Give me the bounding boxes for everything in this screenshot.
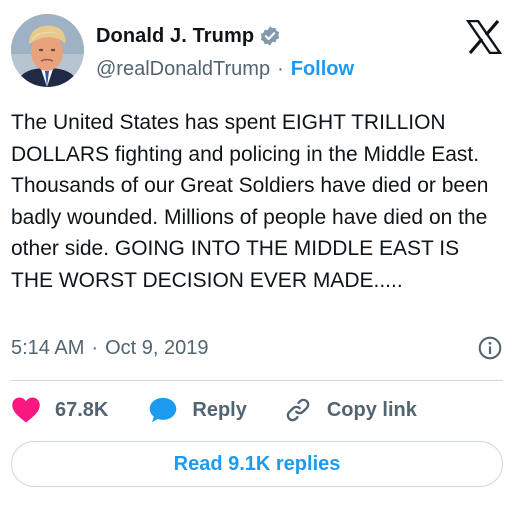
link-icon [283, 396, 313, 424]
action-bar: 67.8K Reply Copy link [11, 393, 417, 427]
tweet-embed-card: Donald J. Trump @realDonaldTrump · Follo… [0, 0, 514, 506]
like-button[interactable]: 67.8K [11, 396, 108, 424]
copy-link-button[interactable]: Copy link [283, 396, 417, 424]
heart-icon [11, 396, 41, 424]
separator-dot: · [277, 57, 284, 80]
like-count: 67.8K [55, 398, 109, 421]
x-logo-icon[interactable] [465, 19, 503, 55]
follow-button[interactable]: Follow [291, 58, 354, 81]
author-handle-row: @realDonaldTrump · Follow [96, 56, 354, 82]
reply-button[interactable]: Reply [148, 396, 247, 424]
read-replies-button[interactable]: Read 9.1K replies [11, 441, 503, 487]
reply-label: Reply [192, 398, 247, 421]
timestamp-separator: · [91, 336, 99, 359]
author-display-name[interactable]: Donald J. Trump [96, 25, 254, 48]
tweet-date: Oct 9, 2019 [105, 336, 209, 359]
author-name-row: Donald J. Trump [96, 22, 281, 50]
avatar[interactable] [11, 14, 84, 87]
profile-photo [11, 14, 84, 87]
author-handle[interactable]: @realDonaldTrump [96, 58, 270, 81]
verified-badge-icon [259, 25, 281, 47]
speech-bubble-icon [148, 396, 178, 424]
tweet-timestamp[interactable]: 5:14 AM · Oct 9, 2019 [11, 333, 208, 363]
divider [11, 380, 503, 381]
read-replies-label: Read 9.1K replies [173, 452, 341, 475]
copy-link-label: Copy link [326, 398, 417, 421]
info-icon[interactable] [477, 335, 503, 361]
tweet-time: 5:14 AM [11, 336, 85, 359]
tweet-text: The United States has spent EIGHT TRILLI… [11, 111, 495, 292]
